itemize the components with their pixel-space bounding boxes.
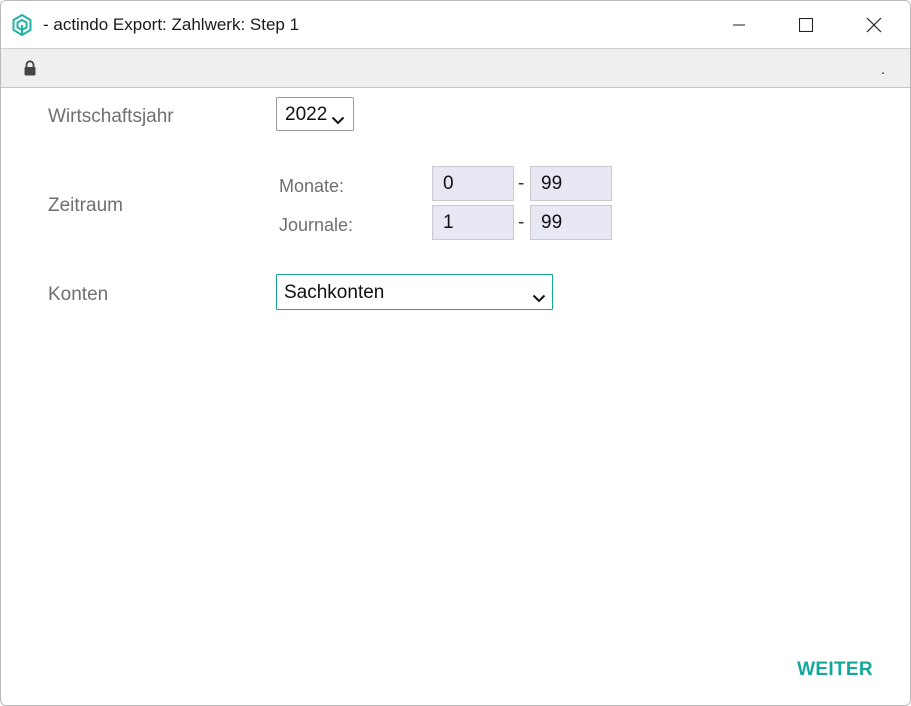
konten-label: Konten [48,284,109,305]
lock-icon [23,60,37,76]
journale-to-input[interactable]: 99 [530,205,612,240]
monate-from-input[interactable]: 0 [432,166,514,201]
weiter-button[interactable]: WEITER [787,653,883,687]
minimize-icon [732,18,746,32]
chevron-down-icon [532,287,546,309]
journale-from-value: 1 [443,212,454,233]
title-bar: - actindo Export: Zahlwerk: Step 1 [1,1,910,49]
journale-from-input[interactable]: 1 [432,205,514,240]
konten-value: Sachkonten [284,282,385,303]
minimize-button[interactable] [705,1,773,48]
monate-range-separator: - [518,173,525,194]
wirtschaftsjahr-select[interactable]: 2022 [276,97,354,131]
maximize-button[interactable] [772,1,840,48]
address-bar: . [1,49,910,88]
actindo-logo-icon [11,14,33,36]
app-window: - actindo Export: Zahlwerk: Step 1 . Wir… [0,0,911,706]
wirtschaftsjahr-label: Wirtschaftsjahr [48,106,174,127]
monate-to-input[interactable]: 99 [530,166,612,201]
konten-select[interactable]: Sachkonten [276,274,553,310]
wirtschaftsjahr-value: 2022 [285,104,328,125]
monate-from-value: 0 [443,173,454,194]
maximize-icon [799,17,813,32]
journale-label: Journale: [279,215,354,235]
export-form: Wirtschaftsjahr 2022 Zeitraum Monate: 0 … [1,89,910,705]
chevron-down-icon [331,109,345,131]
journale-to-value: 99 [541,212,563,233]
journale-range-separator: - [518,212,525,233]
window-title: - actindo Export: Zahlwerk: Step 1 [43,15,300,34]
address-text: . [881,61,886,78]
close-button[interactable] [840,1,908,48]
zeitraum-label: Zeitraum [48,195,123,216]
monate-label: Monate: [279,176,345,196]
close-icon [866,17,882,33]
monate-to-value: 99 [541,173,563,194]
